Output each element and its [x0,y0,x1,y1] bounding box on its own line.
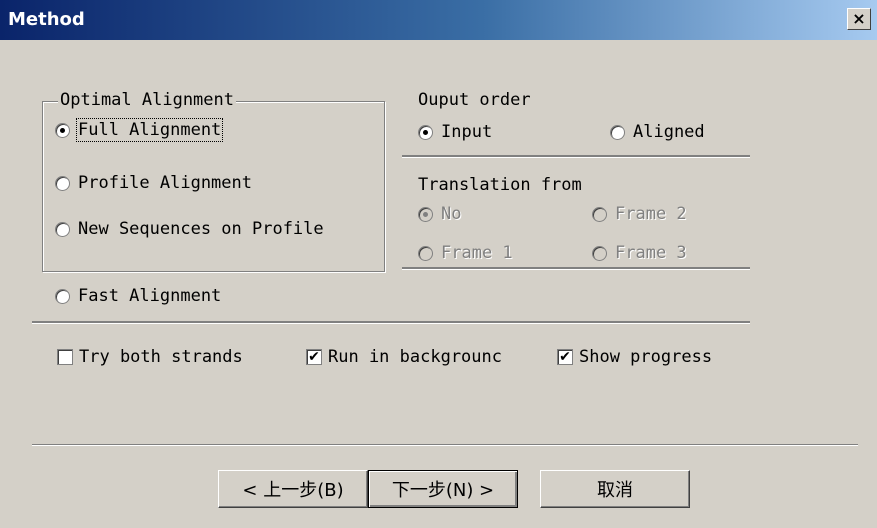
checkbox-run-in-background[interactable]: ✔ Run in backgrounc [306,347,502,367]
back-button[interactable]: < 上一步(B) [218,470,368,508]
radio-new-sequences-on-profile[interactable]: New Sequences on Profile [55,219,324,239]
translation-separator [402,267,750,270]
radio-icon [592,245,607,261]
output-order-heading: Ouput order [418,90,531,110]
radio-icon [418,124,433,140]
checkbox-try-both-strands[interactable]: Try both strands [57,347,243,367]
radio-icon [418,245,433,261]
check-icon: ✔ [306,349,322,365]
checkbox-label: Run in backgrounc [328,347,502,367]
radio-output-input[interactable]: Input [418,122,492,142]
check-icon: ✔ [557,349,573,365]
close-button[interactable]: × [847,8,871,30]
button-separator [32,444,858,446]
radio-icon [55,221,70,237]
radio-translation-frame-1: Frame 1 [418,243,513,263]
radio-icon [55,122,70,138]
next-button[interactable]: 下一步(N) > [368,470,518,508]
optimal-alignment-legend: Optimal Alignment [58,90,236,110]
radio-label: Frame 2 [615,204,687,224]
window-title: Method [8,9,85,30]
radio-fast-alignment[interactable]: Fast Alignment [55,286,221,306]
radio-output-aligned[interactable]: Aligned [610,122,705,142]
check-icon [57,349,73,365]
checkbox-label: Show progress [579,347,713,367]
checkbox-show-progress[interactable]: ✔ Show progress [557,347,712,367]
radio-label: No [441,204,462,224]
translation-heading: Translation from [418,175,582,195]
radio-label: Full Alignment [75,118,224,142]
radio-icon [55,288,70,304]
radio-profile-alignment[interactable]: Profile Alignment [55,173,252,193]
close-icon: × [852,9,866,28]
radio-icon [610,124,625,140]
radio-translation-no: No [418,204,461,224]
output-order-separator [402,155,750,158]
radio-label: Fast Alignment [78,286,222,306]
radio-label: Profile Alignment [78,173,252,193]
radio-icon [55,175,70,191]
radio-icon [418,206,433,222]
radio-translation-frame-2: Frame 2 [592,204,687,224]
radio-label: Aligned [633,122,705,142]
radio-label: Input [441,122,493,142]
cancel-button[interactable]: 取消 [540,470,690,508]
checkbox-label: Try both strands [79,347,243,367]
radio-label: Frame 1 [441,243,513,263]
radio-label: New Sequences on Profile [78,219,324,239]
radio-translation-frame-3: Frame 3 [592,243,687,263]
radio-full-alignment[interactable]: Full Alignment [55,118,224,142]
title-bar: Method × [0,0,877,40]
options-separator [32,321,750,324]
radio-label: Frame 3 [615,243,687,263]
radio-icon [592,206,607,222]
